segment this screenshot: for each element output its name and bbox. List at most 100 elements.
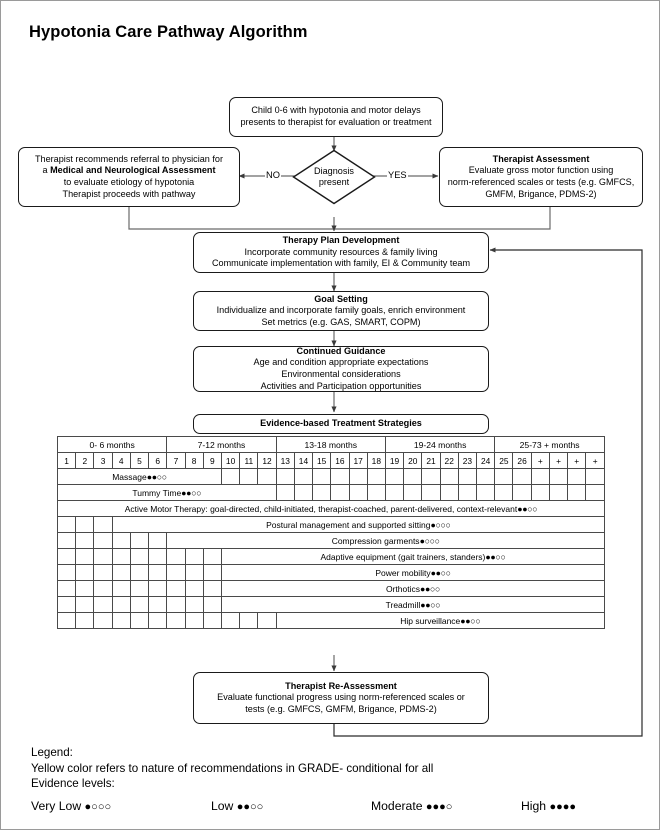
month-header-cell: 7 (166, 452, 186, 469)
reassessment-heading: Therapist Re-Assessment (285, 680, 397, 691)
intervention-bar: Orthotics ●●○○ (220, 580, 606, 597)
intervention-row: Compression garments ●○○○ (56, 532, 605, 549)
intervention-label: Hip surveillance (400, 615, 461, 626)
timeline-empty-cell (56, 516, 77, 533)
timeline-empty-cell (75, 612, 95, 629)
goal-setting-box: Goal Setting Individualize and incorpora… (193, 291, 489, 331)
intervention-bar: Treadmill ●●○○ (220, 596, 606, 613)
timeline-empty-cell (330, 468, 350, 485)
timeline-empty-cell (111, 612, 131, 629)
timeline-empty-cell (403, 484, 423, 501)
decision-diamond: Diagnosis present (292, 149, 376, 205)
timeline-empty-cell (93, 564, 113, 581)
referral-line-1: Therapist recommends referral to physici… (34, 153, 223, 164)
timeline-empty-cell (129, 564, 150, 581)
timeline-empty-cell (312, 468, 332, 485)
timeline-empty-cell (75, 580, 95, 597)
evidence-dots: ●○○○ (430, 519, 451, 530)
month-header-cell: 25 (494, 452, 514, 469)
timeline-empty-cell (129, 580, 150, 597)
timeline-empty-cell (257, 612, 277, 629)
timeline-empty-cell (184, 612, 204, 629)
month-header-cell: 3 (93, 452, 113, 469)
legend-line-3: Evidence levels: (31, 777, 115, 790)
intervention-row: Power mobility ●●○○ (56, 564, 606, 581)
referral-line-3: to evaluate etiology of hypotonia (63, 177, 195, 187)
timeline-empty-cell (93, 612, 113, 629)
timeline-empty-cell (129, 532, 150, 549)
month-header-cell: + (530, 452, 550, 469)
timeline-empty-cell (148, 532, 168, 549)
timeline-empty-cell (56, 612, 77, 629)
timeline-empty-cell (512, 468, 532, 485)
intervention-bar: Tummy Time ●●○○ (57, 484, 277, 501)
month-header-cell: 21 (421, 452, 441, 469)
start-box: Child 0-6 with hypotonia and motor delay… (229, 97, 443, 137)
timeline-empty-cell (148, 548, 168, 565)
timeline-empty-cell (476, 484, 496, 501)
evidence-dots: ●●○○ (181, 487, 202, 498)
timeline-empty-cell (166, 612, 186, 629)
timeline-empty-cell (348, 484, 368, 501)
month-header-cell: 1 (56, 452, 77, 469)
timeline-empty-cell (585, 468, 605, 485)
intervention-bar: Postural management and supported sittin… (111, 516, 606, 533)
timeline-empty-cell (93, 516, 113, 533)
legend-scale-item: Moderate ●●●○ (371, 799, 452, 813)
timeline-empty-cell (312, 484, 332, 501)
timeline-empty-cell (75, 516, 95, 533)
age-group-header: 19-24 months (384, 436, 496, 453)
therapist-reassessment-box: Therapist Re-Assessment Evaluate functio… (193, 672, 489, 724)
intervention-row: Massage ●●○○ (57, 468, 605, 485)
decision-line-1: Diagnosis (314, 165, 354, 176)
legend-scale-label: Moderate (371, 799, 426, 813)
intervention-bar: Massage ●●○○ (57, 468, 222, 485)
age-group-header: 7-12 months (166, 436, 277, 453)
reassessment-line-2: tests (e.g. GMFCS, GMFM, Brigance, PDMS-… (245, 703, 437, 714)
timeline-empty-cell (494, 484, 514, 501)
intervention-row: Active Motor Therapy: goal-directed, chi… (57, 500, 605, 517)
intervention-row: Postural management and supported sittin… (56, 516, 606, 533)
timeline-empty-cell (348, 468, 368, 485)
evidence-dots: ●○○○ (419, 535, 440, 546)
timeline-empty-cell (457, 468, 478, 485)
treatment-timeline: 0- 6 months 7-12 months 13-18 months 19-24 … (56, 436, 606, 629)
legend-scale-item: Low ●●○○ (211, 799, 263, 813)
timeline-empty-cell (129, 612, 150, 629)
therapist-assessment-box: Therapist Assessment Evaluate gross moto… (439, 147, 643, 207)
timeline-empty-cell (166, 596, 186, 613)
referral-line-2-prefix: a (42, 165, 51, 176)
therapy-plan-line-1: Incorporate community resources & family… (244, 246, 438, 257)
timeline-empty-cell (202, 564, 222, 581)
intervention-row: Adaptive equipment (gait trainers, stand… (56, 548, 606, 565)
timeline-empty-cell (585, 484, 605, 501)
timeline-empty-cell (548, 484, 569, 501)
evidence-dots: ●●○○ (517, 503, 538, 514)
age-group-header: 0- 6 months (56, 436, 168, 453)
legend-heading: Legend: (31, 746, 73, 759)
timeline-empty-cell (202, 596, 222, 613)
timeline-empty-cell (366, 468, 386, 485)
timeline-empty-cell (202, 580, 222, 597)
intervention-bar: Power mobility ●●○○ (220, 564, 606, 581)
month-header-cell: 18 (366, 452, 386, 469)
timeline-empty-cell (75, 596, 95, 613)
continued-guidance-heading: Continued Guidance (296, 345, 386, 356)
intervention-label: Orthotics (385, 583, 420, 594)
timeline-table: 0- 6 months 7-12 months 13-18 months 19-24 … (56, 436, 606, 629)
timeline-empty-cell (202, 612, 222, 629)
month-header-cell: 24 (476, 452, 496, 469)
timeline-empty-cell (75, 548, 95, 565)
intervention-row: Tummy Time ●●○○ (57, 484, 605, 501)
timeline-empty-cell (111, 548, 131, 565)
legend: Legend: Yellow color refers to nature of… (31, 745, 433, 792)
timeline-empty-cell (384, 484, 405, 501)
timeline-empty-cell (111, 564, 131, 581)
therapist-assessment-heading: Therapist Assessment (492, 153, 590, 164)
month-header-cell: 10 (220, 452, 241, 469)
timeline-empty-cell (93, 580, 113, 597)
month-header-cell: 6 (148, 452, 168, 469)
intervention-label: Adaptive equipment (gait trainers, stand… (320, 551, 486, 562)
timeline-empty-cell (275, 484, 295, 501)
timeline-empty-cell (220, 468, 241, 485)
